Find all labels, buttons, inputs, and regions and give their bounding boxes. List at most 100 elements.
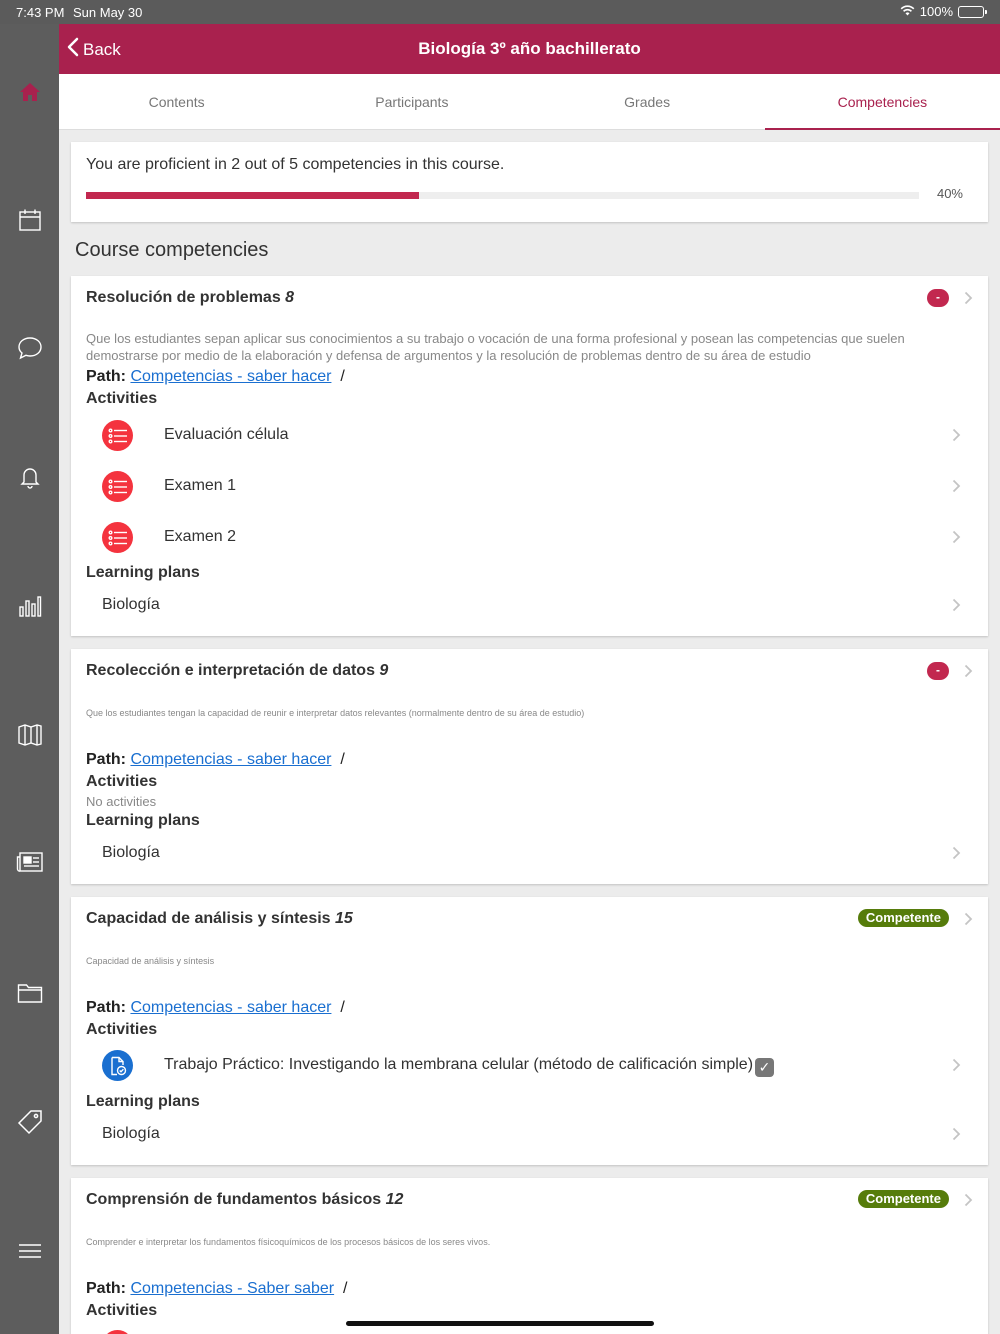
activities-label: Activities: [86, 390, 158, 407]
competency-title: Recolección e interpretación de datos 9: [86, 662, 388, 680]
quiz-list-icon: [102, 1330, 133, 1334]
files-folder-icon[interactable]: [14, 977, 45, 1008]
activity-row[interactable]: Trabajo Práctico: Investigando la membra…: [71, 1045, 988, 1085]
competency-description: Que los estudiantes tengan la capacidad …: [86, 708, 585, 718]
chevron-right-icon: [950, 529, 962, 545]
proficiency-progress-bar: [86, 192, 919, 199]
quiz-list-icon: [102, 471, 133, 502]
proficiency-progress-label: 40%: [936, 186, 963, 201]
competency-card[interactable]: Capacidad de análisis y síntesis 15 Comp…: [71, 897, 988, 1165]
news-icon[interactable]: [14, 846, 45, 877]
main-content: You are proficient in 2 out of 5 compete…: [59, 130, 1000, 1334]
activity-row[interactable]: Examen 1: [71, 466, 988, 506]
status-badge: -: [927, 289, 949, 307]
map-icon[interactable]: [14, 719, 45, 750]
activity-row[interactable]: Examen 2: [71, 517, 988, 557]
path-separator: /: [343, 1280, 348, 1297]
activity-name: Examen 1: [164, 477, 237, 494]
competency-description: Que los estudiantes sepan aplicar sus co…: [86, 331, 905, 363]
learning-plan-item[interactable]: Biología: [102, 596, 160, 614]
path-separator: /: [340, 368, 345, 385]
chevron-right-icon[interactable]: [950, 597, 962, 613]
calendar-icon[interactable]: [14, 204, 45, 235]
tab-grades[interactable]: Grades: [530, 74, 765, 129]
competency-name: Resolución de problemas: [86, 289, 281, 306]
competency-path: Path: Competencias - saber hacer /: [86, 368, 345, 386]
status-badge: -: [927, 662, 949, 680]
home-indicator: [346, 1321, 654, 1326]
path-link[interactable]: Competencias - saber hacer: [130, 368, 331, 385]
sidebar: [0, 24, 59, 1334]
chevron-right-icon: [950, 427, 962, 443]
chevron-right-icon: [950, 1057, 962, 1073]
grades-chart-icon[interactable]: [14, 590, 45, 621]
path-label: Path:: [86, 1280, 126, 1297]
competency-description: Capacidad de análisis y síntesis: [86, 956, 215, 966]
competency-number: 15: [335, 910, 353, 927]
page-title: Biología 3º año bachillerato: [418, 39, 641, 58]
competency-number: 9: [379, 662, 389, 679]
no-activities-text: No activities: [86, 794, 157, 809]
competency-card[interactable]: Comprensión de fundamentos básicos 12 Co…: [71, 1178, 988, 1334]
status-badge: Competente: [857, 909, 949, 927]
path-link[interactable]: Competencias - saber hacer: [130, 999, 331, 1016]
competency-name: Recolección e interpretación de datos: [86, 662, 375, 679]
activities-label: Activities: [86, 1021, 158, 1038]
status-badge: Competente: [857, 1190, 949, 1208]
proficiency-summary-text: You are proficient in 2 out of 5 compete…: [86, 156, 505, 173]
competency-title: Comprensión de fundamentos básicos 12: [86, 1191, 403, 1209]
chevron-right-icon[interactable]: [950, 845, 962, 861]
tab-participants[interactable]: Participants: [294, 74, 529, 129]
competency-card[interactable]: Recolección e interpretación de datos 9 …: [71, 649, 988, 884]
completion-checkbox-icon[interactable]: ✓: [755, 1058, 775, 1077]
activity-name: Evaluación célula: [164, 426, 289, 443]
proficiency-summary-card: You are proficient in 2 out of 5 compete…: [71, 142, 988, 222]
assignment-icon: [102, 1050, 133, 1081]
path-separator: /: [340, 999, 345, 1016]
notifications-icon[interactable]: [14, 461, 45, 492]
menu-icon[interactable]: [14, 1235, 45, 1266]
learning-plan-item[interactable]: Biología: [102, 844, 160, 862]
activity-name: Trabajo Práctico: Investigando la membra…: [164, 1056, 775, 1077]
battery-icon: [958, 5, 987, 18]
chevron-right-icon[interactable]: [962, 663, 974, 679]
learning-plan-item[interactable]: Biología: [102, 1125, 160, 1143]
competency-name: Capacidad de análisis y síntesis: [86, 910, 331, 927]
chevron-right-icon: [950, 478, 962, 494]
path-label: Path:: [86, 999, 126, 1016]
path-label: Path:: [86, 368, 126, 385]
activities-label: Activities: [86, 1302, 158, 1319]
competency-path: Path: Competencias - Saber saber /: [86, 1280, 347, 1298]
tab-contents[interactable]: Contents: [59, 74, 294, 129]
activity-name-text: Trabajo Práctico: Investigando la membra…: [164, 1056, 754, 1073]
path-link[interactable]: Competencias - Saber saber: [130, 1280, 334, 1297]
competency-path: Path: Competencias - saber hacer /: [86, 751, 345, 769]
tab-competencies[interactable]: Competencies: [764, 74, 1000, 130]
competency-description: Comprender e interpretar los fundamentos…: [86, 1237, 491, 1247]
learning-plans-label: Learning plans: [86, 812, 200, 829]
status-bar: 7:43 PM Sun May 30 100%: [0, 0, 1000, 24]
home-icon[interactable]: [14, 76, 45, 107]
learning-plans-label: Learning plans: [86, 564, 200, 581]
competency-title: Capacidad de análisis y síntesis 15: [86, 910, 353, 928]
course-tabs: Contents Participants Grades Competencie…: [59, 74, 1000, 130]
chevron-right-icon[interactable]: [962, 290, 974, 306]
status-date: Sun May 30: [73, 5, 143, 20]
status-time: 7:43 PM: [16, 5, 65, 20]
chevron-right-icon[interactable]: [962, 911, 974, 927]
path-label: Path:: [86, 751, 126, 768]
section-title: Course competencies: [75, 239, 269, 261]
competency-card[interactable]: Resolución de problemas 8 - Que los estu…: [71, 276, 988, 636]
competency-number: 8: [285, 289, 295, 306]
path-link[interactable]: Competencias - saber hacer: [130, 751, 331, 768]
chevron-right-icon[interactable]: [962, 1192, 974, 1208]
competency-number: 12: [385, 1191, 404, 1208]
activity-row[interactable]: Evaluación célula: [71, 415, 988, 455]
messages-icon[interactable]: [14, 332, 45, 363]
app-header: Back Biología 3º año bachillerato: [59, 24, 1000, 74]
learning-plans-label: Learning plans: [86, 1093, 200, 1110]
tag-icon[interactable]: [14, 1106, 45, 1137]
battery-percent: 100%: [919, 4, 953, 19]
quiz-list-icon: [102, 420, 133, 451]
chevron-right-icon[interactable]: [950, 1126, 962, 1142]
